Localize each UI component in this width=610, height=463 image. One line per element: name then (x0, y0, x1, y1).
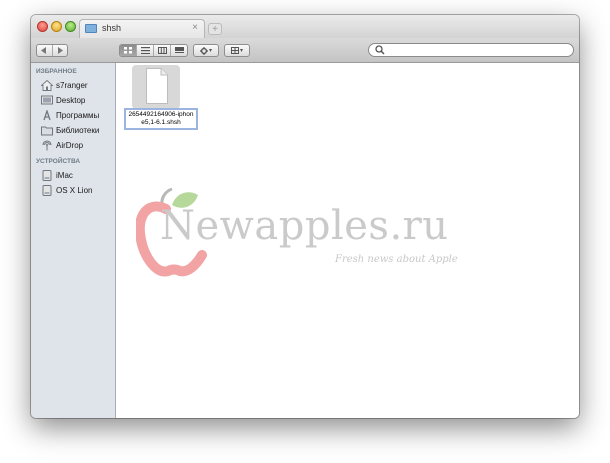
forward-arrow-icon (57, 47, 63, 54)
folder-icon (41, 126, 53, 135)
drive-icon (42, 184, 52, 196)
forward-button[interactable] (53, 45, 68, 56)
sidebar-item-label: AirDrop (56, 140, 84, 150)
sidebar-item-airdrop[interactable]: AirDrop (41, 138, 83, 152)
sidebar-item-label: OS X Lion (56, 185, 93, 195)
watermark-tagline: Fresh news about Apple (335, 254, 458, 265)
sidebar-item-label: Desktop (56, 95, 86, 105)
tab-close-icon[interactable]: × (192, 22, 198, 33)
document-icon (146, 68, 168, 104)
sidebar-item-label: Программы (56, 110, 100, 120)
home-icon (41, 79, 53, 91)
zoom-window-button[interactable] (65, 21, 76, 32)
back-forward-control (36, 44, 68, 57)
back-button[interactable] (37, 45, 53, 56)
toolbar: ▾ ▾ (31, 38, 579, 63)
icon-view-button[interactable] (120, 45, 137, 56)
back-arrow-icon (41, 47, 47, 54)
sidebar-header-favorites: ИЗБРАННОЕ (36, 68, 77, 75)
sidebar-item-applications[interactable]: Программы (41, 108, 99, 122)
tab-shsh[interactable]: shsh × (79, 19, 205, 38)
list-icon (140, 47, 150, 54)
file-name-label[interactable]: 2654492164906-iphone5,1-6.1.shsh (124, 108, 198, 130)
arrange-grid-icon (230, 47, 239, 54)
tab-title: shsh (102, 23, 122, 33)
watermark-text: Newapples.ru (160, 203, 449, 249)
file-area[interactable]: Newapples.ru Fresh news about Apple 2654… (116, 63, 579, 418)
action-menu[interactable]: ▾ (194, 45, 218, 56)
sidebar-item-os-x-lion[interactable]: OS X Lion (41, 183, 92, 197)
sidebar-header-devices: УСТРОЙСТВА (36, 158, 81, 165)
drive-icon (42, 169, 52, 181)
cover-flow-icon (174, 47, 184, 53)
minimize-window-button[interactable] (51, 21, 62, 32)
action-menu-button[interactable]: ▾ (193, 44, 219, 57)
desktop-icon (41, 95, 53, 104)
chevron-down-icon: ▾ (208, 48, 212, 54)
view-mode-control (119, 44, 188, 57)
columns-icon (157, 47, 167, 54)
sidebar-item-label: Библиотеки (56, 125, 100, 135)
chevron-down-icon: ▾ (239, 48, 243, 54)
sidebar-item-desktop[interactable]: Desktop (41, 93, 85, 107)
search-field[interactable] (368, 43, 574, 57)
sidebar: ИЗБРАННОЕ s7ranger Desktop Программы Биб… (31, 63, 116, 418)
file-thumbnail[interactable] (132, 65, 180, 109)
search-icon (375, 45, 385, 55)
list-view-button[interactable] (137, 45, 154, 56)
close-window-button[interactable] (37, 21, 48, 32)
grid-icon (123, 47, 132, 54)
sidebar-item-imac[interactable]: iMac (41, 168, 73, 182)
airdrop-icon (42, 139, 52, 150)
cover-flow-view-button[interactable] (171, 45, 187, 56)
folder-icon (85, 24, 97, 33)
sidebar-item-s7ranger[interactable]: s7ranger (41, 78, 88, 92)
sidebar-item-libraries[interactable]: Библиотеки (41, 123, 99, 137)
gear-icon (199, 46, 208, 55)
finder-window: shsh × + ▾ ▾ ИЗБРАННОЕ s7ranger Desktop … (31, 15, 579, 418)
applications-icon (43, 109, 51, 120)
sidebar-item-label: iMac (56, 170, 73, 180)
arrange-menu-button[interactable]: ▾ (224, 44, 250, 57)
title-bar[interactable]: shsh × + (31, 15, 579, 38)
arrange-menu[interactable]: ▾ (225, 45, 249, 56)
new-tab-button[interactable]: + (208, 23, 222, 35)
sidebar-item-label: s7ranger (56, 80, 88, 90)
column-view-button[interactable] (154, 45, 171, 56)
watermark: Newapples.ru Fresh news about Apple (136, 183, 496, 293)
